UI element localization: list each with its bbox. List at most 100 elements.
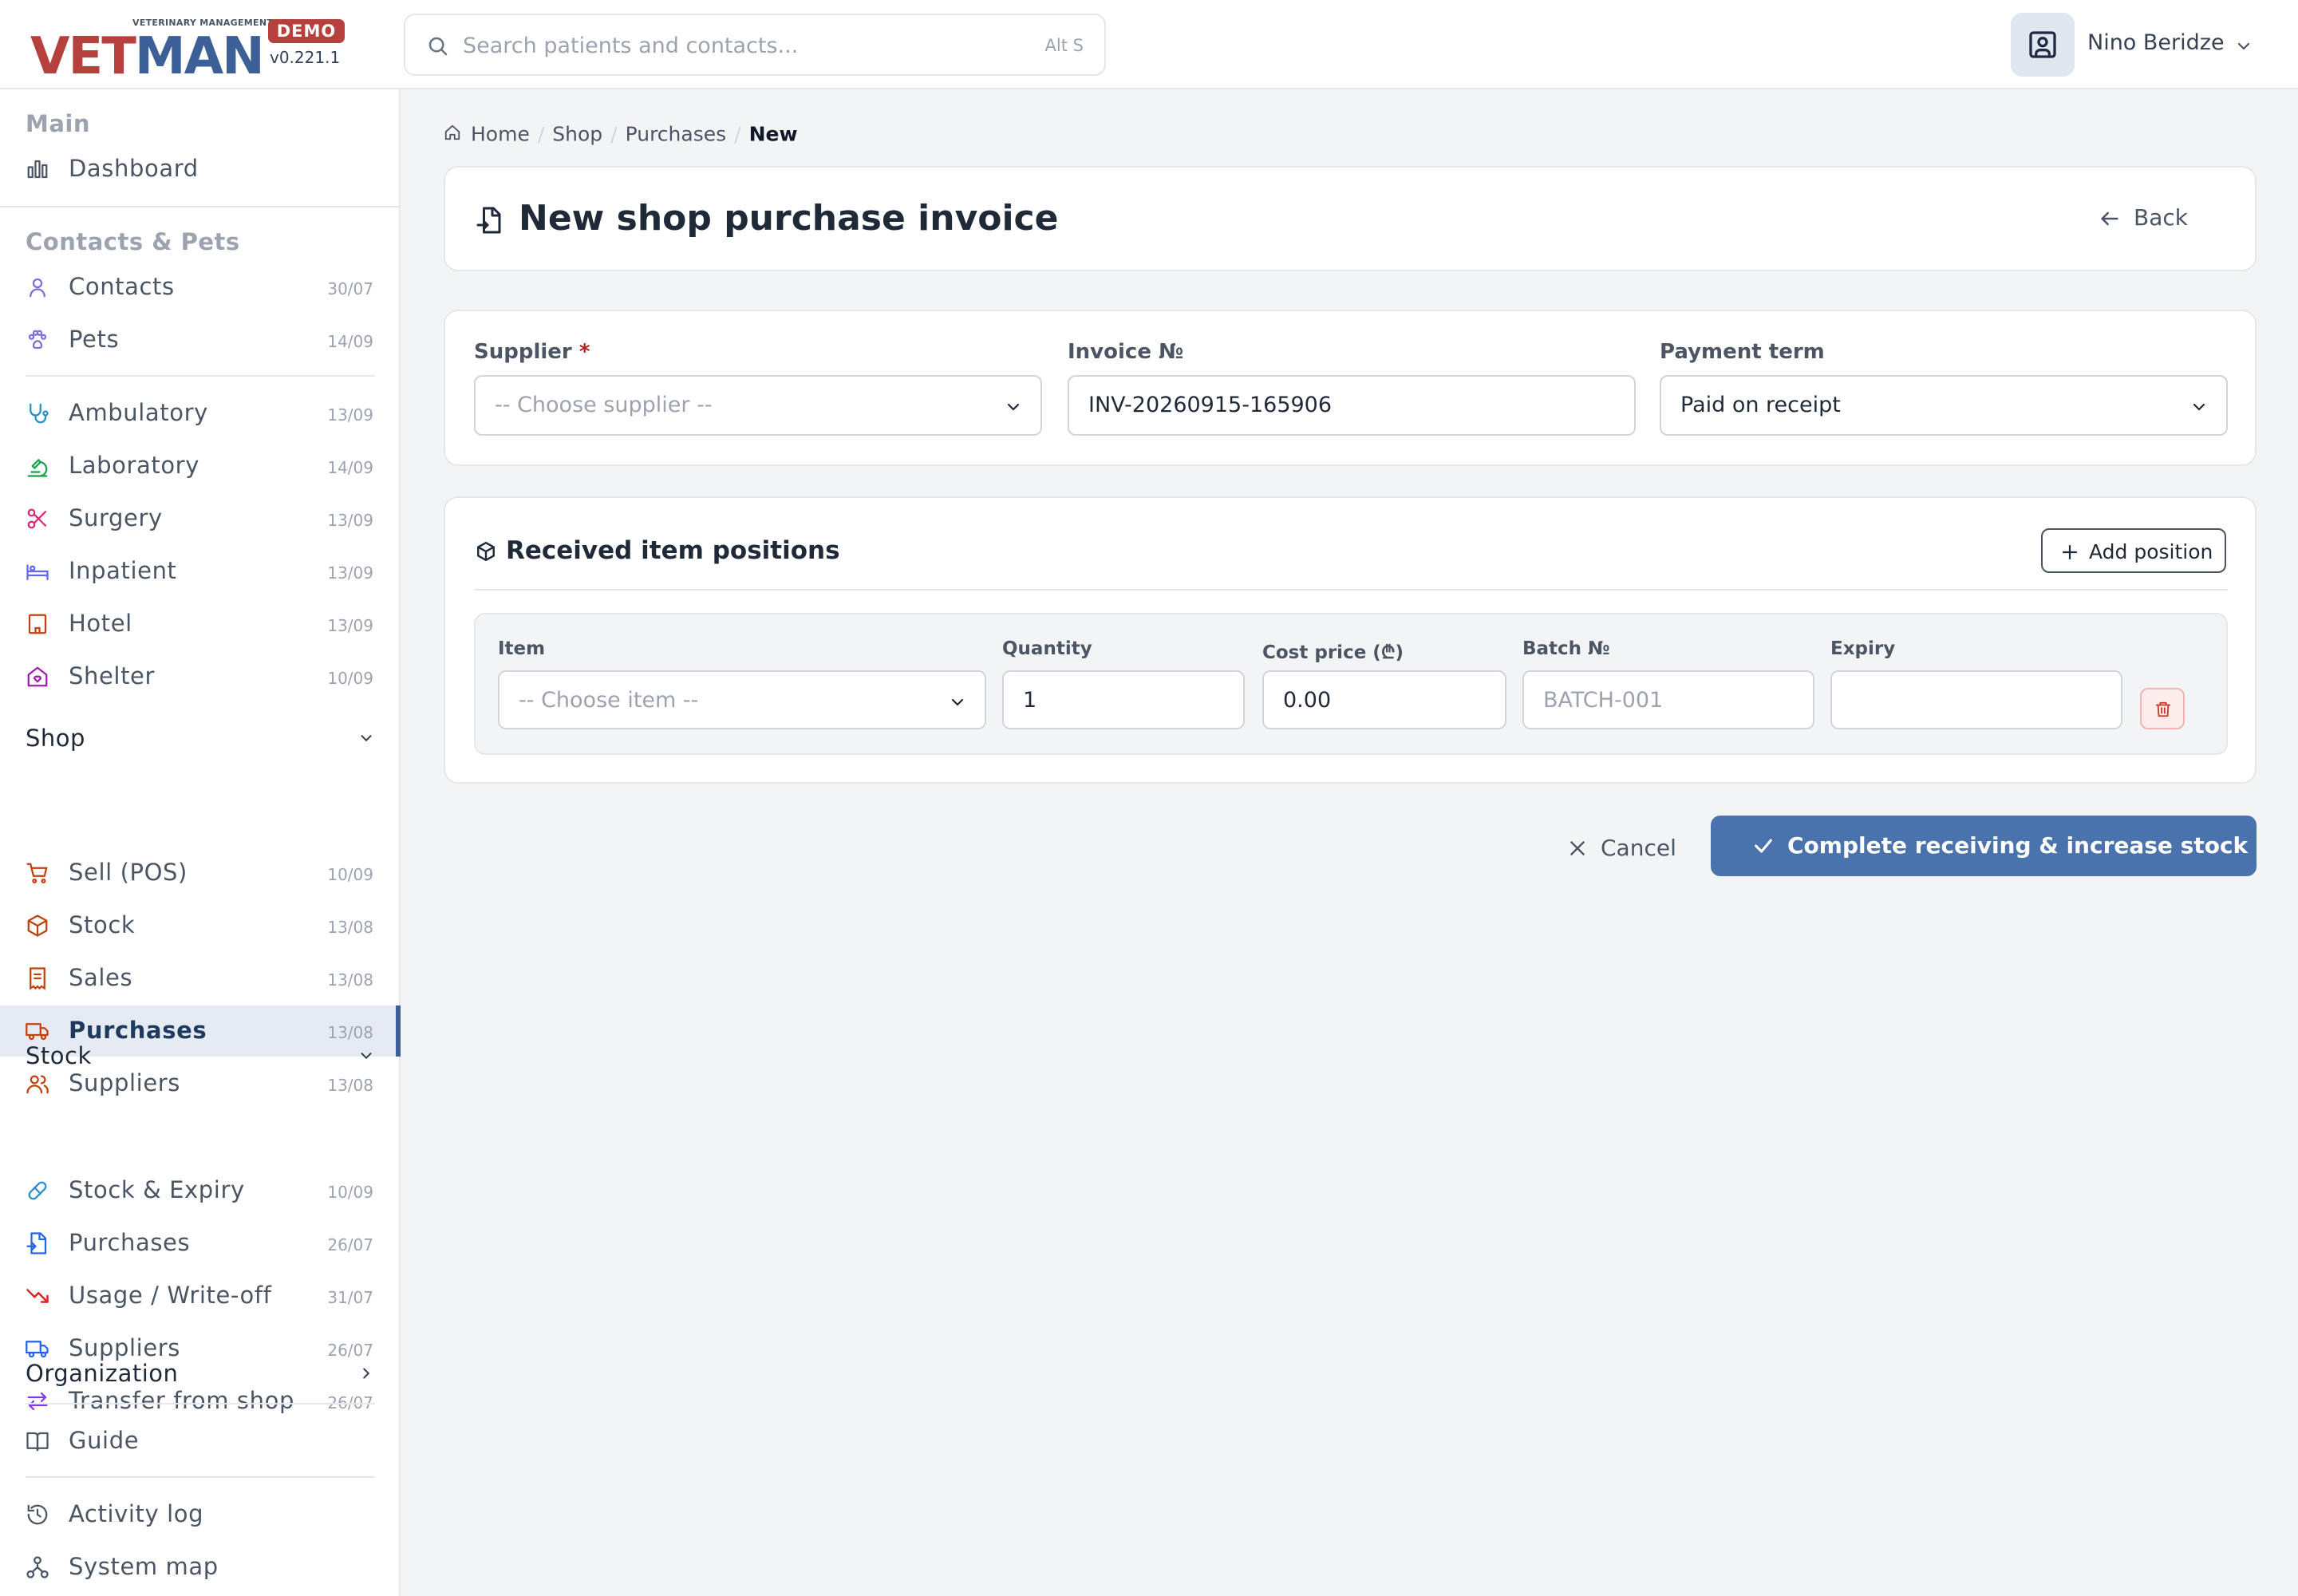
chevron-down-icon [361,1053,372,1060]
sidebar-item-dashboard[interactable]: Dashboard [0,144,399,195]
sidebar-item-pets[interactable]: Pets 14/09 [0,314,399,365]
sidebar-item-guide[interactable]: Guide [0,1416,399,1467]
position-row: Item -- Choose item -- Quantity 1 Cost p… [474,613,2228,755]
sidebar-item-date: 13/09 [327,405,373,425]
chevron-down-icon[interactable] [2234,37,2253,56]
item-positions-title: Received item positions [506,536,840,565]
sidebar-item-contacts[interactable]: Contacts 30/07 [0,262,399,313]
chevron-down-icon [1007,403,1020,411]
sidebar-item-sell-pos[interactable]: Sell (POS) 10/09 [0,847,399,899]
search-icon [428,37,448,56]
breadcrumb: Home / Shop / Purchases / New [444,121,798,146]
home-icon[interactable] [444,124,461,141]
breadcrumb-purchases[interactable]: Purchases [626,123,727,146]
user-menu[interactable]: Nino Beridze [2011,13,2274,77]
sidebar-group-stock[interactable]: Stock [26,1042,375,1069]
paw-icon [28,330,47,350]
sidebar: Main Dashboard Contacts & Pets Contacts … [0,89,401,1596]
required-mark: * [578,340,590,364]
supplier-select[interactable]: -- Choose supplier -- [474,375,1042,436]
sidebar-item-shelter[interactable]: Shelter 10/09 [0,651,399,702]
sidebar-heading-main: Main [26,110,91,137]
divider [26,1476,375,1478]
search-input[interactable] [463,25,1005,66]
sidebar-item-date: 13/09 [327,563,373,583]
sidebar-item-shop-stock[interactable]: Stock 13/08 [0,900,399,951]
sidebar-item-stock-purchases[interactable]: Purchases 26/07 [0,1218,399,1269]
quantity-column-label: Quantity [1002,638,1092,659]
sidebar-item-date: 13/08 [327,1023,373,1042]
quantity-field[interactable]: 1 [1002,670,1245,729]
sidebar-item-label: Suppliers [69,1069,180,1096]
item-column-label: Item [498,638,546,659]
sidebar-item-label: Stock [69,911,136,938]
chevron-down-icon [951,698,964,706]
batch-field[interactable]: BATCH-001 [1522,670,1814,729]
expiry-field[interactable] [1830,670,2122,729]
sidebar-item-hotel[interactable]: Hotel 13/09 [0,598,399,650]
sidebar-item-date: 14/09 [327,458,373,477]
sidebar-item-laboratory[interactable]: Laboratory 14/09 [0,440,399,492]
sidebar-group-label: Shop [26,725,85,752]
users-icon [26,1075,49,1094]
sidebar-item-label: Pets [69,326,120,353]
sidebar-item-label: Sell (POS) [69,859,188,886]
avatar[interactable] [2011,13,2075,77]
search-shortcut-hint: Alt S [1044,36,1084,55]
sidebar-item-activity-log[interactable]: Activity log [0,1489,399,1540]
trash-icon [2155,701,2171,717]
add-position-button[interactable]: Add position [2041,528,2226,573]
sidebar-item-date: 13/09 [327,616,373,635]
sidebar-item-system-map[interactable]: System map [0,1542,399,1593]
sidebar-group-shop[interactable]: Shop [26,725,375,752]
sidebar-item-label: Laboratory [69,452,199,479]
breadcrumb-separator: / [610,122,618,146]
sidebar-item-label: Surgery [69,504,163,531]
breadcrumb-home[interactable]: Home [471,123,530,146]
delete-position-button[interactable] [2140,688,2185,729]
truck-icon [26,1023,49,1041]
sidebar-item-usage-write-off[interactable]: Usage / Write-off 31/07 [0,1270,399,1321]
sidebar-item-ambulatory[interactable]: Ambulatory 13/09 [0,388,399,439]
divider [26,1403,375,1404]
payment-term-select[interactable]: Paid on receipt [1660,375,2228,436]
truck-icon [26,1341,49,1358]
file-import-icon [476,207,501,234]
sidebar-item-label: Dashboard [69,155,199,182]
scalpel-icon [27,508,47,529]
sidebar-item-stock-expiry[interactable]: Stock & Expiry 10/09 [0,1165,399,1216]
invoice-number-field[interactable]: INV-20260915-165906 [1068,375,1636,436]
cost-price-field[interactable]: 0.00 [1262,670,1506,729]
file-import-icon [26,1232,47,1254]
page-title: New shop purchase invoice [519,198,1059,239]
sidebar-item-label: Activity log [69,1500,204,1527]
cancel-button[interactable]: Cancel [1564,830,1684,868]
sidebar-item-sales[interactable]: Sales 13/08 [0,953,399,1004]
sidebar-item-inpatient[interactable]: Inpatient 13/09 [0,546,399,597]
sidebar-item-label: Hotel [69,610,132,637]
sidebar-item-date: 26/07 [327,1341,373,1360]
invoice-number-value: INV-20260915-165906 [1088,393,1333,417]
history-icon [27,1504,48,1525]
breadcrumb-shop[interactable]: Shop [552,123,602,146]
sidebar-group-organization[interactable]: Organization [26,1360,375,1387]
item-select[interactable]: -- Choose item -- [498,670,986,729]
search-box[interactable]: Alt S [404,14,1106,76]
cart-icon [26,863,48,883]
demo-badge: DEMO [268,19,345,43]
breadcrumb-separator: / [537,122,545,146]
batch-placeholder: BATCH-001 [1543,688,1664,713]
sidebar-item-label: Ambulatory [69,399,208,426]
pill-icon [28,1181,47,1200]
chevron-down-icon [2193,403,2205,411]
user-name[interactable]: Nino Beridze [2087,30,2225,55]
payment-term-value: Paid on receipt [1680,393,1841,417]
chevron-down-icon [361,735,372,742]
divider [0,206,401,207]
sidebar-item-label: Shelter [69,662,156,689]
sidebar-item-surgery[interactable]: Surgery 13/09 [0,493,399,544]
back-button[interactable]: Back [2099,201,2210,238]
complete-receiving-button[interactable]: Complete receiving & increase stock [1711,816,2257,876]
trending-down-icon [26,1289,49,1303]
sidebar-group-label: Stock [26,1042,92,1069]
